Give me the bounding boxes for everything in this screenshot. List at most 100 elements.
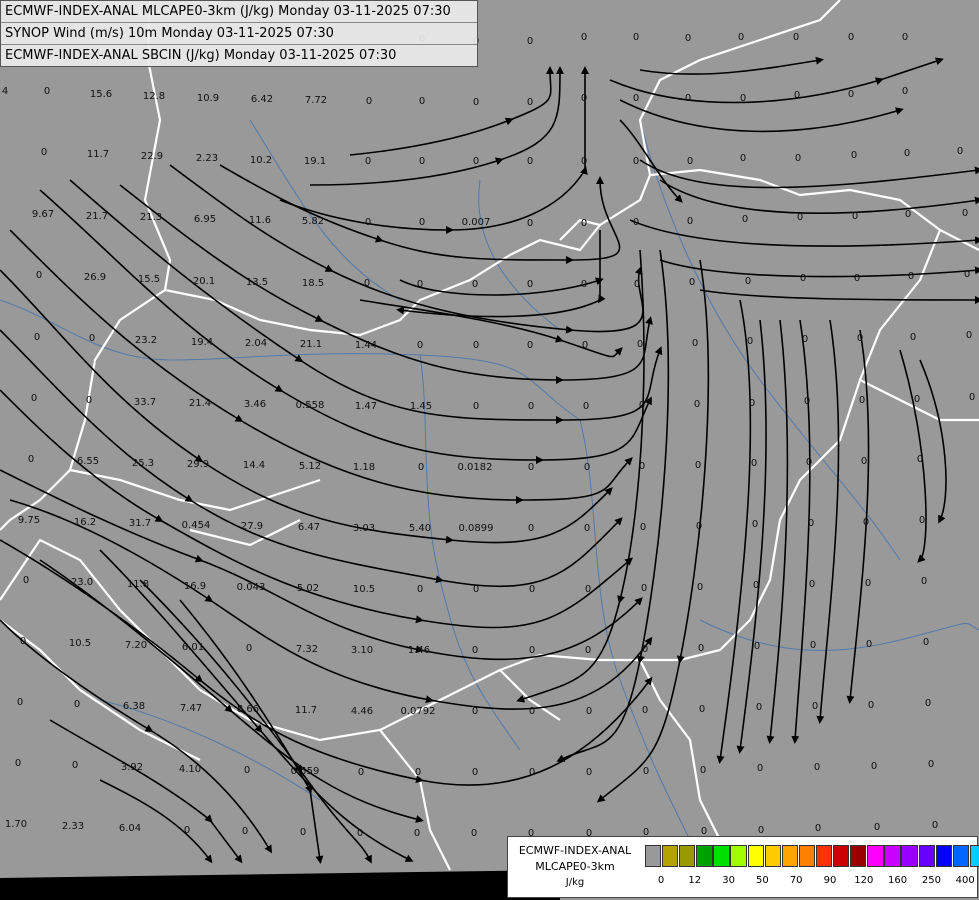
sbcin-value-label: 0 <box>528 401 534 412</box>
sbcin-value-label: 0 <box>584 462 590 473</box>
legend-swatch <box>645 845 662 867</box>
sbcin-value-label: 5.12 <box>299 461 321 472</box>
sbcin-value-label: 0 <box>852 211 858 222</box>
sbcin-value-label: 0 <box>15 758 21 769</box>
sbcin-value-label: 0 <box>639 400 645 411</box>
sbcin-value-label: 8.66 <box>237 704 259 715</box>
sbcin-value-label: 0 <box>695 460 701 471</box>
sbcin-value-label: 0 <box>584 523 590 534</box>
sbcin-value-label: 0 <box>473 97 479 108</box>
sbcin-value-label: 0 <box>415 767 421 778</box>
sbcin-value-label: 0 <box>804 396 810 407</box>
sbcin-value-label: 0 <box>758 825 764 836</box>
sbcin-value-label: 21.4 <box>189 398 211 409</box>
sbcin-value-label: 0 <box>751 458 757 469</box>
sbcin-value-label: 0 <box>357 828 363 839</box>
legend-tick-label: 50 <box>756 875 769 886</box>
sbcin-value-label: 0 <box>854 273 860 284</box>
sbcin-value-label: 5.02 <box>297 583 319 594</box>
sbcin-value-label: 0 <box>745 276 751 287</box>
legend-title-line2: MLCAPE0-3km <box>535 860 615 873</box>
sbcin-value-label: 0 <box>815 823 821 834</box>
sbcin-value-label: 33.7 <box>134 397 156 408</box>
country-borders <box>0 0 979 871</box>
sbcin-value-label: 0 <box>527 340 533 351</box>
sbcin-value-label: 7.32 <box>296 644 318 655</box>
sbcin-value-label: 0 <box>700 765 706 776</box>
legend-tick-label: 30 <box>722 875 735 886</box>
sbcin-value-label: 0 <box>749 398 755 409</box>
sbcin-value-label: 0 <box>639 461 645 472</box>
sbcin-value-label: 6.04 <box>119 823 141 834</box>
sbcin-value-label: 19.1 <box>304 156 326 167</box>
sbcin-value-label: 7.72 <box>305 95 327 106</box>
legend-swatch <box>815 845 833 867</box>
sbcin-value-label: 19.4 <box>191 337 213 348</box>
sbcin-value-label: 0 <box>902 32 908 43</box>
legend-swatch <box>918 845 935 867</box>
sbcin-value-label: 0 <box>863 517 869 528</box>
sbcin-value-label: 5.40 <box>409 523 431 534</box>
sbcin-value-label: 6.95 <box>194 214 216 225</box>
sbcin-value-label: 11.8 <box>127 579 149 590</box>
legend-swatch <box>884 845 901 867</box>
weather-map: 4 0 15.6 12.8 10.9 6.42 7.72 0 0 0 0 0 0 0 0 0 0 0 0 0 0 0 0 0 0… <box>0 0 979 900</box>
sbcin-value-label: 3.10 <box>351 645 373 656</box>
sbcin-value-label: 0 <box>812 701 818 712</box>
sbcin-value-label: 0 <box>917 454 923 465</box>
sbcin-value-label: 0 <box>698 643 704 654</box>
legend-unit: J/kg <box>565 877 585 888</box>
legend-title-line1: ECMWF-INDEX-ANAL <box>518 844 632 857</box>
sbcin-value-label: 0 <box>902 86 908 97</box>
legend-swatch <box>952 845 969 867</box>
sbcin-value-label: 31.7 <box>129 518 151 529</box>
sbcin-value-label: 0 <box>582 340 588 351</box>
sbcin-value-label: 2.33 <box>62 821 84 832</box>
sbcin-value-label: 4.46 <box>351 706 373 717</box>
sbcin-value-label: 0 <box>529 645 535 656</box>
sbcin-value-label: 6.42 <box>251 94 273 105</box>
sbcin-value-label: 0 <box>874 822 880 833</box>
sbcin-value-label: 0 <box>527 36 533 47</box>
sbcin-value-label: 0 <box>633 32 639 43</box>
sbcin-value-label: 0 <box>419 96 425 107</box>
sbcin-value-label: 1.46 <box>408 645 430 656</box>
sbcin-value-label: 0 <box>643 766 649 777</box>
legend-tick-label: 160 <box>888 875 908 886</box>
sbcin-value-label: 0 <box>802 334 808 345</box>
sbcin-value-label: 0 <box>810 640 816 651</box>
sbcin-value-label: 0 <box>694 399 700 410</box>
sbcin-value-label: 0 <box>527 279 533 290</box>
sbcin-value-label: 0 <box>472 645 478 656</box>
sbcin-value-label: 0 <box>633 156 639 167</box>
sbcin-value-label: 9.75 <box>18 515 40 526</box>
sbcin-value-label: 4 <box>2 86 8 97</box>
sbcin-value-label: 0 <box>300 827 306 838</box>
sbcin-value-label: 0 <box>528 462 534 473</box>
sbcin-value-label: 0 <box>747 336 753 347</box>
sbcin-value-label: 0 <box>414 828 420 839</box>
legend-tick-label: 250 <box>921 875 941 886</box>
sbcin-value-label: 12.8 <box>143 91 165 102</box>
sbcin-value-label: 0 <box>754 641 760 652</box>
header-line-wind: SYNOP Wind (m/s) 10m Monday 03-11-2025 0… <box>1 23 477 45</box>
sbcin-value-label: 0 <box>184 825 190 836</box>
sbcin-value-label: 1.18 <box>353 462 375 473</box>
sbcin-value-label: 0 <box>586 706 592 717</box>
sbcin-value-label: 0 <box>581 156 587 167</box>
sbcin-value-label: 0 <box>74 699 80 710</box>
sbcin-value-label: 0 <box>687 216 693 227</box>
sbcin-value-label: 0 <box>41 147 47 158</box>
sbcin-value-label: 0 <box>17 697 23 708</box>
sbcin-value-label: 20.1 <box>193 276 215 287</box>
sbcin-value-label: 7.20 <box>125 640 147 651</box>
sbcin-value-label: 0.454 <box>182 520 211 531</box>
sbcin-value-label: 1.70 <box>5 819 27 830</box>
sbcin-value-label: 0 <box>756 702 762 713</box>
sbcin-value-label: 6.01 <box>182 642 204 653</box>
sbcin-value-label: 0 <box>529 767 535 778</box>
sbcin-value-label: 0 <box>957 146 963 157</box>
sbcin-value-label: 0 <box>806 457 812 468</box>
sbcin-value-label: 29.9 <box>187 459 209 470</box>
sbcin-value-label: 0 <box>583 401 589 412</box>
